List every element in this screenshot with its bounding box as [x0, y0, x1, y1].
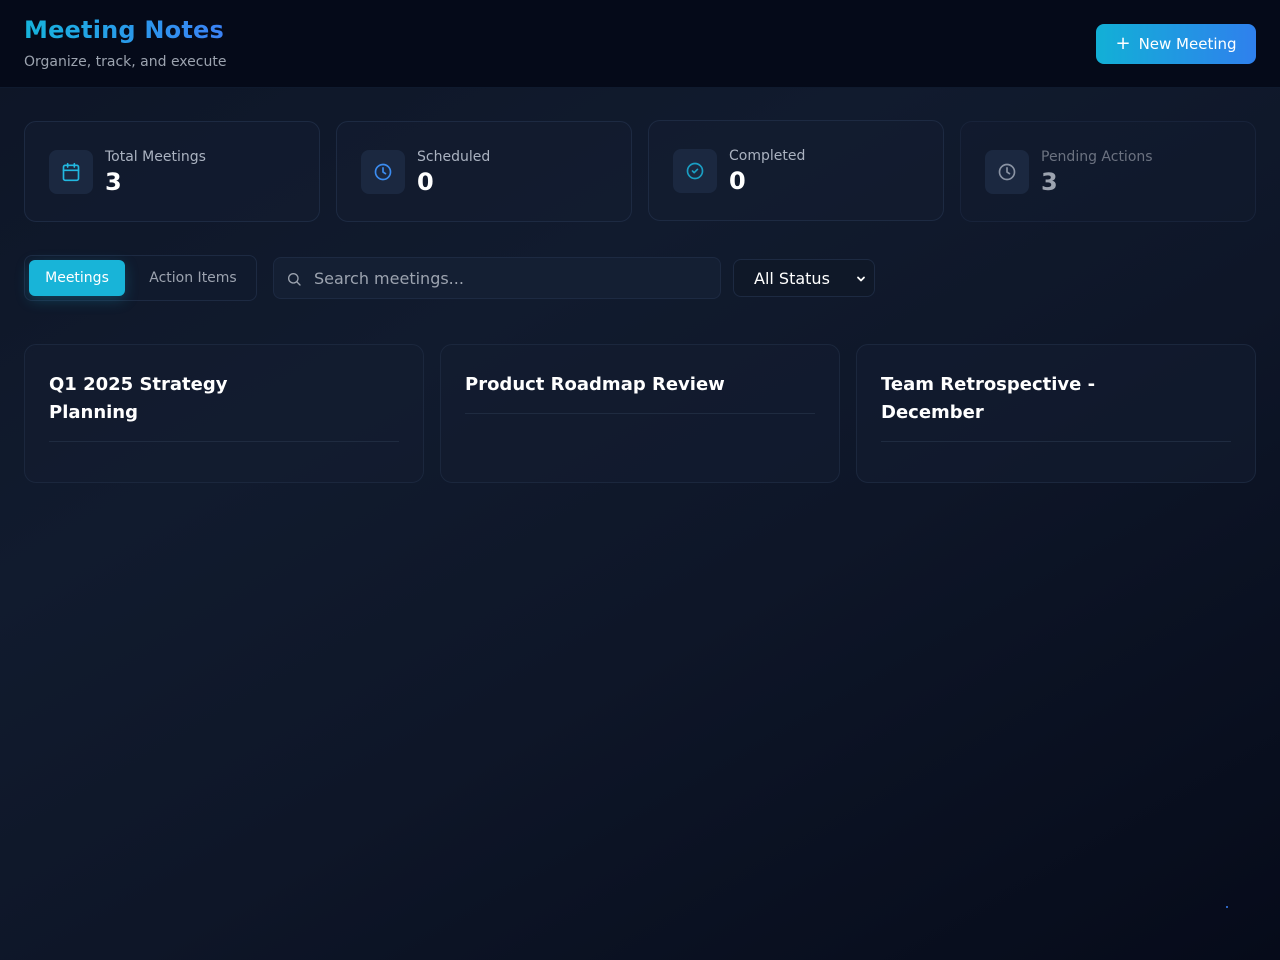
search-input[interactable]	[314, 258, 714, 298]
search-icon	[288, 273, 301, 286]
stat-label: Pending Actions	[1041, 149, 1153, 165]
stat-card-total-meetings: Total Meetings 3	[24, 121, 320, 222]
stat-label: Completed	[729, 148, 806, 164]
stat-card-completed: Completed 0	[648, 120, 944, 221]
calendar-icon	[49, 150, 93, 194]
clock-icon	[985, 150, 1029, 194]
search-box	[273, 257, 721, 299]
card-divider	[881, 441, 1231, 442]
status-filter-select[interactable]: All Status	[733, 259, 875, 297]
tab-meetings[interactable]: Meetings	[29, 260, 125, 296]
stat-value: 0	[417, 168, 434, 196]
meeting-title: Product Roadmap Review	[465, 374, 725, 395]
card-divider	[49, 441, 399, 442]
decorative-dot	[1226, 906, 1228, 908]
stat-value: 3	[105, 168, 122, 196]
stat-card-scheduled: Scheduled 0	[336, 121, 632, 222]
view-tabs: Meetings Action Items	[24, 255, 257, 301]
app-title: Meeting Notes	[24, 16, 224, 44]
plus-icon: +	[1115, 33, 1131, 54]
tab-action-items[interactable]: Action Items	[137, 260, 249, 296]
card-divider	[465, 413, 815, 414]
check-circle-icon	[673, 149, 717, 193]
stat-card-pending-actions: Pending Actions 3	[960, 121, 1256, 222]
meeting-title: Q1 2025 Strategy Planning	[49, 374, 228, 423]
chevron-down-icon	[857, 276, 865, 282]
meeting-title: Team Retrospective - December	[881, 374, 1096, 423]
stat-label: Scheduled	[417, 149, 491, 165]
app-header: Meeting Notes Organize, track, and execu…	[0, 0, 1280, 88]
meeting-card[interactable]: Q1 2025 Strategy Planning	[24, 344, 424, 483]
app-subtitle: Organize, track, and execute	[24, 54, 227, 70]
clock-icon	[361, 150, 405, 194]
stat-label: Total Meetings	[105, 149, 206, 165]
meeting-card[interactable]: Team Retrospective - December	[856, 344, 1256, 483]
stat-value: 0	[729, 167, 746, 195]
status-filter-value: All Status	[754, 268, 830, 288]
meeting-card[interactable]: Product Roadmap Review	[440, 344, 840, 483]
new-meeting-label: New Meeting	[1138, 35, 1237, 53]
stat-value: 3	[1041, 168, 1058, 196]
new-meeting-button[interactable]: + New Meeting	[1096, 24, 1256, 64]
